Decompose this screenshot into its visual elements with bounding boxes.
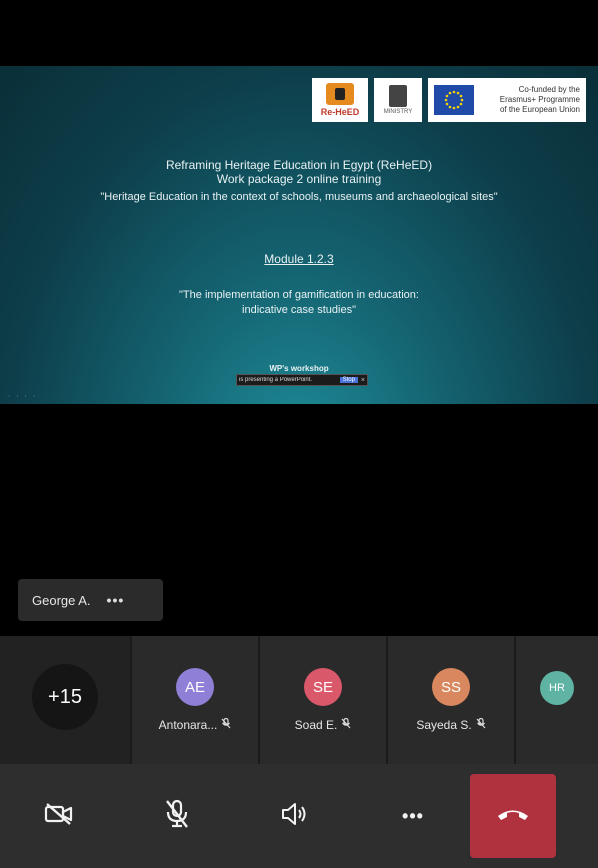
end-call-button[interactable] (470, 774, 556, 858)
slide-module: Module 1.2.3 (264, 252, 334, 266)
slide-logos: Re-HeED MINISTRY Co-funded by the Erasmu… (312, 78, 586, 122)
participant-name: Sayeda S. (416, 718, 472, 732)
slide-subtitle: "Heritage Education in the context of sc… (100, 191, 498, 203)
participant-tile[interactable]: SE Soad E. (260, 636, 388, 764)
avatar: SE (304, 668, 342, 706)
presenter-name: George A. (32, 592, 91, 608)
participant-name: Antonara... (158, 718, 218, 732)
more-participants-tile[interactable]: +15 (0, 636, 132, 764)
participant-tile[interactable]: HR (516, 636, 598, 764)
eu-flag-icon (434, 85, 474, 115)
reheed-logo: Re-HeED (312, 78, 368, 122)
slide-footer: WP's workshop (269, 364, 329, 373)
participant-name: Soad E. (294, 718, 338, 732)
stop-sharing-button[interactable]: Stop (339, 377, 358, 383)
hang-up-icon (495, 805, 531, 828)
slide-title: Reframing Heritage Education in Egypt (R… (165, 158, 433, 186)
slide-quote: "The implementation of gamification in e… (179, 289, 419, 316)
shared-content: Re-HeED MINISTRY Co-funded by the Erasmu… (0, 66, 598, 404)
more-options-button[interactable]: ••• (354, 764, 472, 868)
more-participants-count[interactable]: +15 (32, 664, 98, 730)
ministry-logo-text: MINISTRY (383, 109, 413, 115)
participant-tile[interactable]: SS Sayeda S. (388, 636, 516, 764)
avatar: SS (432, 668, 470, 706)
close-icon[interactable]: × (361, 377, 365, 384)
mic-off-icon (164, 799, 190, 834)
eu-logo-text: Co-funded by the Erasmus+ Programme of t… (499, 85, 580, 114)
mic-off-icon (221, 717, 231, 732)
sharing-toolbar[interactable]: is presenting a PowerPoint. Stop × (236, 374, 368, 386)
speaker-icon (280, 801, 310, 832)
camera-toggle-button[interactable] (0, 764, 118, 868)
avatar: AE (176, 668, 214, 706)
eu-logo: Co-funded by the Erasmus+ Programme of t… (428, 78, 586, 122)
call-controls: ••• (0, 764, 598, 868)
ministry-logo: MINISTRY (374, 78, 422, 122)
slide-nav-dots[interactable]: · · · · (8, 393, 37, 400)
mic-off-icon (341, 717, 351, 732)
presenter-more-button[interactable]: ••• (107, 592, 125, 608)
avatar: HR (540, 671, 574, 705)
speaker-button[interactable] (236, 764, 354, 868)
mute-toggle-button[interactable] (118, 764, 236, 868)
more-options-icon: ••• (402, 805, 424, 826)
reheed-logo-text: Re-HeED (320, 107, 360, 117)
participant-tile[interactable]: AE Antonara... (132, 636, 260, 764)
participants-strip: +15 AE Antonara... SE Soad E. SS Sayeda … (0, 636, 598, 764)
sharing-toolbar-text: is presenting a PowerPoint. (239, 377, 313, 383)
presenter-chip[interactable]: George A. ••• (18, 579, 163, 621)
mic-off-icon (476, 717, 486, 732)
camera-off-icon (44, 802, 74, 831)
